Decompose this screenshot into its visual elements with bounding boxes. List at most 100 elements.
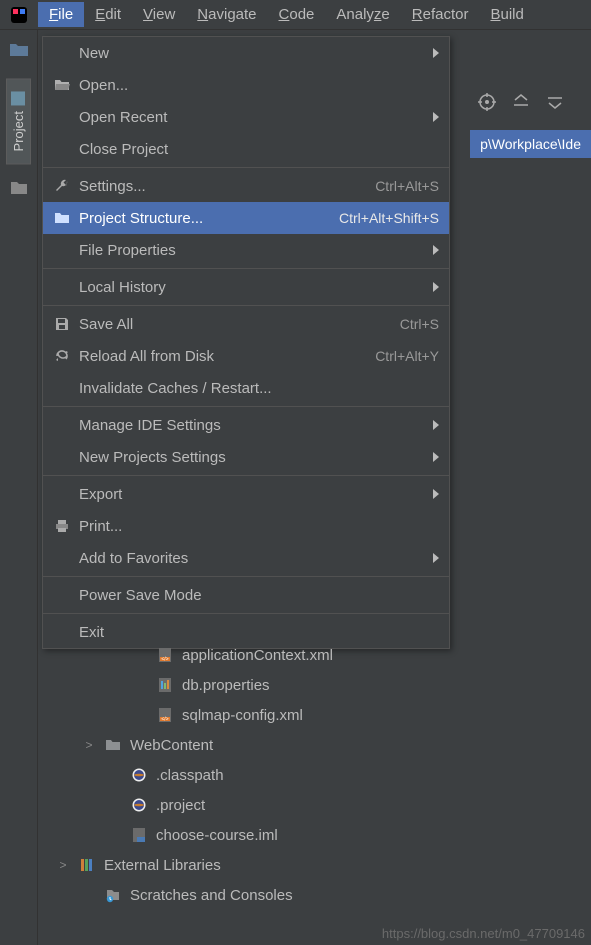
submenu-arrow-icon (433, 282, 439, 292)
menu-view[interactable]: View (132, 2, 186, 27)
menu-item-label: Add to Favorites (79, 550, 425, 567)
target-icon[interactable] (477, 92, 497, 112)
print-icon (51, 518, 73, 534)
save-icon (51, 316, 73, 332)
menu-edit[interactable]: Edit (84, 2, 132, 27)
menu-item-label: Close Project (79, 141, 439, 158)
file-menu-reload-all-from-disk[interactable]: Reload All from DiskCtrl+Alt+Y (43, 340, 449, 372)
menu-item-label: New Projects Settings (79, 449, 425, 466)
tree-label: applicationContext.xml (182, 647, 333, 664)
tree-row[interactable]: >External Libraries (56, 850, 587, 880)
menu-item-shortcut: Ctrl+Alt+Shift+S (339, 210, 439, 226)
breadcrumb[interactable]: p\Workplace\Ide (470, 130, 591, 158)
file-menu-close-project[interactable]: Close Project (43, 133, 449, 165)
tree-expander-icon[interactable]: > (56, 858, 70, 872)
file-menu-new[interactable]: New (43, 37, 449, 69)
menu-navigate[interactable]: Navigate (186, 2, 267, 27)
left-gutter: Project (0, 30, 38, 945)
tree-row[interactable]: >WebContent (56, 730, 587, 760)
menu-separator (43, 167, 449, 168)
menu-separator (43, 475, 449, 476)
reload-icon (51, 348, 73, 364)
menu-analyze[interactable]: Analyze (325, 2, 400, 27)
breadcrumb-text: p\Workplace\Ide (480, 136, 581, 152)
menu-item-label: Invalidate Caches / Restart... (79, 380, 439, 397)
tree-row[interactable]: db.properties (56, 670, 587, 700)
menu-item-label: Power Save Mode (79, 587, 439, 604)
structure-icon[interactable] (3, 174, 35, 202)
watermark: https://blog.csdn.net/m0_47709146 (382, 926, 585, 941)
menu-item-label: Settings... (79, 178, 375, 195)
file-menu-save-all[interactable]: Save AllCtrl+S (43, 308, 449, 340)
expand-all-icon[interactable] (511, 92, 531, 112)
menu-item-shortcut: Ctrl+S (400, 316, 439, 332)
scratch-icon (104, 886, 122, 904)
file-menu-open-recent[interactable]: Open Recent (43, 101, 449, 133)
app-icon (0, 0, 38, 30)
menu-item-label: Open... (79, 77, 439, 94)
file-menu-power-save-mode[interactable]: Power Save Mode (43, 579, 449, 611)
tree-expander-icon[interactable]: > (82, 738, 96, 752)
tree-label: choose-course.iml (156, 827, 278, 844)
file-menu-dropdown: New Open... Open Recent Close Project Settin… (42, 36, 450, 649)
tree-row[interactable]: choose-course.iml (56, 820, 587, 850)
tree-label: .project (156, 797, 205, 814)
menu-refactor[interactable]: Refactor (401, 2, 480, 27)
menu-item-label: Manage IDE Settings (79, 417, 425, 434)
menu-item-label: Exit (79, 624, 439, 641)
libs-icon (78, 856, 96, 874)
tree-label: .classpath (156, 767, 224, 784)
submenu-arrow-icon (433, 48, 439, 58)
menu-item-label: Local History (79, 279, 425, 296)
menu-separator (43, 268, 449, 269)
tree-row[interactable]: .classpath (56, 760, 587, 790)
file-menu-invalidate-caches-restart[interactable]: Invalidate Caches / Restart... (43, 372, 449, 404)
menu-item-label: Project Structure... (79, 210, 339, 227)
xml-icon: </> (156, 646, 174, 664)
menu-item-label: Print... (79, 518, 439, 535)
file-menu-local-history[interactable]: Local History (43, 271, 449, 303)
menu-file[interactable]: File (38, 2, 84, 27)
tree-row[interactable]: </> applicationContext.xml (56, 640, 587, 670)
project-tab-icon (12, 91, 26, 105)
wrench-icon (51, 178, 73, 194)
props-icon (156, 676, 174, 694)
file-menu-export[interactable]: Export (43, 478, 449, 510)
menu-separator (43, 305, 449, 306)
folder-icon[interactable] (3, 36, 35, 64)
project-tree: </> applicationContext.xml db.properties </… (56, 640, 587, 910)
file-menu-manage-ide-settings[interactable]: Manage IDE Settings (43, 409, 449, 441)
menu-item-label: Reload All from Disk (79, 348, 375, 365)
file-menu-settings[interactable]: Settings...Ctrl+Alt+S (43, 170, 449, 202)
menu-item-label: New (79, 45, 425, 62)
menu-item-label: File Properties (79, 242, 425, 259)
svg-text:</>: </> (161, 657, 168, 663)
folder-open-icon (51, 78, 73, 92)
project-tool-tab[interactable]: Project (6, 78, 31, 164)
menu-build[interactable]: Build (479, 2, 534, 27)
tree-label: db.properties (182, 677, 270, 694)
menu-separator (43, 406, 449, 407)
menu-item-label: Save All (79, 316, 400, 333)
menu-item-shortcut: Ctrl+Alt+S (375, 178, 439, 194)
file-menu-print[interactable]: Print... (43, 510, 449, 542)
collapse-all-icon[interactable] (545, 92, 565, 112)
editor-toolbar (477, 92, 585, 112)
file-menu-file-properties[interactable]: File Properties (43, 234, 449, 266)
submenu-arrow-icon (433, 245, 439, 255)
file-menu-new-projects-settings[interactable]: New Projects Settings (43, 441, 449, 473)
svg-text:</>: </> (161, 717, 168, 723)
file-menu-add-to-favorites[interactable]: Add to Favorites (43, 542, 449, 574)
eclipse-icon (130, 766, 148, 784)
menu-code[interactable]: Code (268, 2, 326, 27)
tree-row[interactable]: Scratches and Consoles (56, 880, 587, 910)
tree-label: Scratches and Consoles (130, 887, 293, 904)
tree-row[interactable]: .project (56, 790, 587, 820)
menu-item-label: Export (79, 486, 425, 503)
file-menu-open[interactable]: Open... (43, 69, 449, 101)
menu-separator (43, 613, 449, 614)
iml-icon (130, 826, 148, 844)
tree-row[interactable]: </>sqlmap-config.xml (56, 700, 587, 730)
file-menu-project-structure[interactable]: Project Structure...Ctrl+Alt+Shift+S (43, 202, 449, 234)
xml-icon: </> (156, 706, 174, 724)
